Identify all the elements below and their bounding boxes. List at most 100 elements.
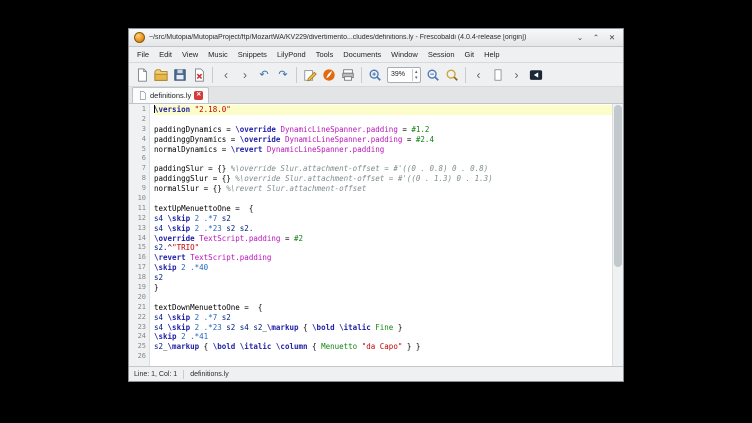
code-line[interactable]: \skip 2 .*40 — [154, 263, 612, 273]
page-icon — [491, 68, 505, 82]
lilypond-icon — [322, 68, 336, 82]
code-line[interactable] — [154, 115, 612, 125]
menu-edit[interactable]: Edit — [154, 50, 177, 59]
menu-documents[interactable]: Documents — [338, 50, 386, 59]
editor: 1234567891011121314151617181920212223242… — [129, 104, 623, 366]
menu-tools[interactable]: Tools — [311, 50, 339, 59]
line-number: 14 — [129, 234, 146, 244]
code-line[interactable] — [154, 194, 612, 204]
code-line[interactable]: \version "2.18.0" — [154, 105, 612, 115]
code-line[interactable]: \skip 2 .*41 — [154, 332, 612, 342]
code-line[interactable]: normalDynamics = \revert DynamicLineSpan… — [154, 145, 612, 155]
line-number: 3 — [129, 125, 146, 135]
open-document-button[interactable] — [152, 66, 170, 84]
zoom-spin-arrows[interactable]: ▴ ▾ — [412, 69, 420, 81]
vertical-scrollbar[interactable] — [612, 104, 623, 366]
scrollbar-thumb[interactable] — [614, 105, 622, 267]
line-number: 22 — [129, 313, 146, 323]
line-number: 9 — [129, 184, 146, 194]
menu-window[interactable]: Window — [386, 50, 423, 59]
tab-bar: definitions.ly ✕ — [129, 87, 623, 104]
minimize-button[interactable]: ⌄ — [574, 32, 586, 44]
zoom-out-button[interactable] — [424, 66, 442, 84]
line-number: 15 — [129, 243, 146, 253]
print-button[interactable] — [339, 66, 357, 84]
code-line[interactable]: s2 — [154, 273, 612, 283]
code-line[interactable] — [154, 154, 612, 164]
line-number: 12 — [129, 214, 146, 224]
menu-help[interactable]: Help — [479, 50, 504, 59]
code-line[interactable]: paddinggSlur = {} %\override Slur.attach… — [154, 174, 612, 184]
magnifier-icon — [445, 68, 459, 82]
code-line[interactable] — [154, 293, 612, 303]
code-line[interactable]: \revert TextScript.padding — [154, 253, 612, 263]
code-line[interactable]: paddingSlur = {} %\override Slur.attachm… — [154, 164, 612, 174]
code-line[interactable]: s4 \skip 2 .*7 s2 — [154, 313, 612, 323]
line-number: 23 — [129, 323, 146, 333]
code-area[interactable]: \version "2.18.0" paddingDynamics = \over… — [150, 104, 612, 366]
previous-page-button[interactable]: ‹ — [470, 66, 488, 84]
zoom-in-icon — [368, 68, 382, 82]
line-number: 11 — [129, 204, 146, 214]
code-line[interactable]: normalSlur = {} %\revert Slur.attachment… — [154, 184, 612, 194]
tab-close-button[interactable]: ✕ — [194, 91, 203, 100]
code-line[interactable]: paddinggDynamics = \override DynamicLine… — [154, 135, 612, 145]
clear-button[interactable] — [527, 66, 545, 84]
zoom-in-button[interactable] — [366, 66, 384, 84]
clear-backspace-icon — [529, 68, 543, 82]
code-line[interactable]: } — [154, 283, 612, 293]
menu-view[interactable]: View — [177, 50, 203, 59]
zoom-out-icon — [426, 68, 440, 82]
line-number: 19 — [129, 283, 146, 293]
line-number: 13 — [129, 224, 146, 234]
print-icon — [341, 68, 355, 82]
title-bar[interactable]: ~/src/Mutopia/MutopiaProject/ftp/MozartW… — [129, 29, 623, 47]
menu-bar: FileEditViewMusicSnippetsLilyPondToolsDo… — [129, 47, 623, 63]
line-number: 4 — [129, 135, 146, 145]
line-number: 16 — [129, 253, 146, 263]
maximize-button[interactable]: ⌃ — [590, 32, 602, 44]
menu-music[interactable]: Music — [203, 50, 233, 59]
line-number: 1 — [129, 105, 146, 115]
tab-definitions-ly[interactable]: definitions.ly ✕ — [132, 87, 209, 103]
close-document-button[interactable] — [190, 66, 208, 84]
page-number-button[interactable] — [489, 66, 507, 84]
menu-file[interactable]: File — [132, 50, 154, 59]
close-button[interactable]: ✕ — [606, 32, 618, 44]
statusbar-separator — [183, 370, 184, 379]
new-document-button[interactable] — [133, 66, 151, 84]
edit-button[interactable] — [301, 66, 319, 84]
menu-git[interactable]: Git — [460, 50, 480, 59]
zoom-level-select[interactable]: 39% ▴ ▾ — [387, 67, 421, 83]
menu-snippets[interactable]: Snippets — [233, 50, 272, 59]
menu-session[interactable]: Session — [423, 50, 460, 59]
line-number: 25 — [129, 342, 146, 352]
back-button[interactable]: ‹ — [217, 66, 235, 84]
code-line[interactable]: textUpMenuettoOne = { — [154, 204, 612, 214]
open-folder-icon — [154, 68, 168, 82]
line-number: 5 — [129, 145, 146, 155]
forward-button[interactable]: › — [236, 66, 254, 84]
code-line[interactable]: s2.^"TRIO" — [154, 243, 612, 253]
code-line[interactable] — [154, 352, 612, 362]
code-line[interactable]: s4 \skip 2 .*23 s2 s2. — [154, 224, 612, 234]
zoom-level-value: 39% — [388, 71, 412, 78]
engrave-button[interactable] — [320, 66, 338, 84]
line-number: 18 — [129, 273, 146, 283]
code-line[interactable]: paddingDynamics = \override DynamicLineS… — [154, 125, 612, 135]
save-button[interactable] — [171, 66, 189, 84]
code-line[interactable]: s2_\markup { \bold \italic \column { Men… — [154, 342, 612, 352]
next-page-button[interactable]: › — [508, 66, 526, 84]
menu-lilypond[interactable]: LilyPond — [272, 50, 311, 59]
spin-down-icon[interactable]: ▾ — [415, 75, 418, 81]
undo-button[interactable]: ↶ — [255, 66, 273, 84]
code-line[interactable]: textDownMenuettoOne = { — [154, 303, 612, 313]
magnifier-button[interactable] — [443, 66, 461, 84]
redo-button[interactable]: ↷ — [274, 66, 292, 84]
code-line[interactable]: \override TextScript.padding = #2 — [154, 234, 612, 244]
statusbar-document-name: definitions.ly — [190, 371, 229, 378]
code-line[interactable]: s4 \skip 2 .*23 s2 s4 s2_\markup { \bold… — [154, 323, 612, 333]
toolbar: ‹ › ↶ ↷ 39% ▴ ▾ — [129, 63, 623, 87]
code-line[interactable]: s4 \skip 2 .*7 s2 — [154, 214, 612, 224]
toolbar-separator — [465, 67, 466, 83]
